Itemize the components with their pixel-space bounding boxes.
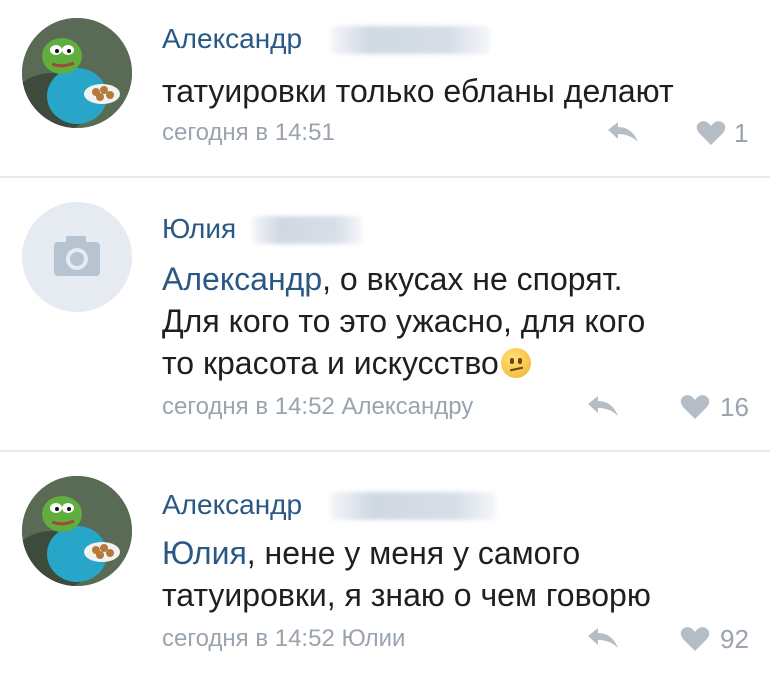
comment-line: , о вкусах не спорят.: [322, 261, 623, 297]
camera-icon: [54, 236, 100, 276]
confused-face-icon: [500, 348, 531, 378]
comment-line: татуировки только ебланы делают: [162, 73, 674, 109]
avatar[interactable]: [22, 476, 132, 586]
timestamp: сегодня в 14:52 Юлии: [162, 625, 406, 652]
redacted-surname: [252, 216, 362, 244]
avatar[interactable]: [22, 202, 132, 312]
pepe-frog-icon: [22, 476, 132, 586]
mention-link[interactable]: Александр: [162, 261, 322, 297]
redacted-surname: [330, 26, 490, 54]
reply-icon[interactable]: [606, 120, 640, 144]
comment-line: , нене у меня у самого: [246, 535, 581, 571]
like-count: 1: [734, 118, 749, 148]
author-name[interactable]: Александр: [162, 22, 302, 56]
avatar[interactable]: [22, 18, 132, 128]
comment-3: Александр Юлия, нене у меня у самого тат…: [0, 452, 770, 677]
author-name[interactable]: Юлия: [162, 212, 236, 246]
comment-1: Александр татуировки только ебланы делаю…: [0, 0, 770, 176]
heart-icon[interactable]: [696, 120, 726, 146]
mention-link[interactable]: Юлия: [162, 535, 247, 571]
comment-text: Александр, о вкусах не спорят. Для кого …: [162, 258, 645, 384]
like-count: 16: [720, 392, 749, 422]
heart-icon[interactable]: [680, 626, 710, 652]
reply-icon[interactable]: [586, 394, 620, 418]
like-count: 92: [720, 624, 749, 654]
reply-icon[interactable]: [586, 626, 620, 650]
heart-icon[interactable]: [680, 394, 710, 420]
comment-line: татуировки, я знаю о чем говорю: [162, 577, 651, 613]
redacted-surname: [330, 492, 496, 520]
comment-2: Юлия Александр, о вкусах не спорят. Для …: [0, 178, 770, 450]
comment-line: то красота и искусство: [162, 345, 499, 381]
timestamp: сегодня в 14:51: [162, 119, 335, 146]
author-name[interactable]: Александр: [162, 488, 302, 522]
timestamp: сегодня в 14:52 Александру: [162, 393, 474, 420]
comment-text: татуировки только ебланы делают: [162, 70, 674, 112]
comment-text: Юлия, нене у меня у самого татуировки, я…: [162, 532, 651, 616]
pepe-frog-icon: [22, 18, 132, 128]
comment-line: Для кого то это ужасно, для кого: [162, 303, 646, 339]
